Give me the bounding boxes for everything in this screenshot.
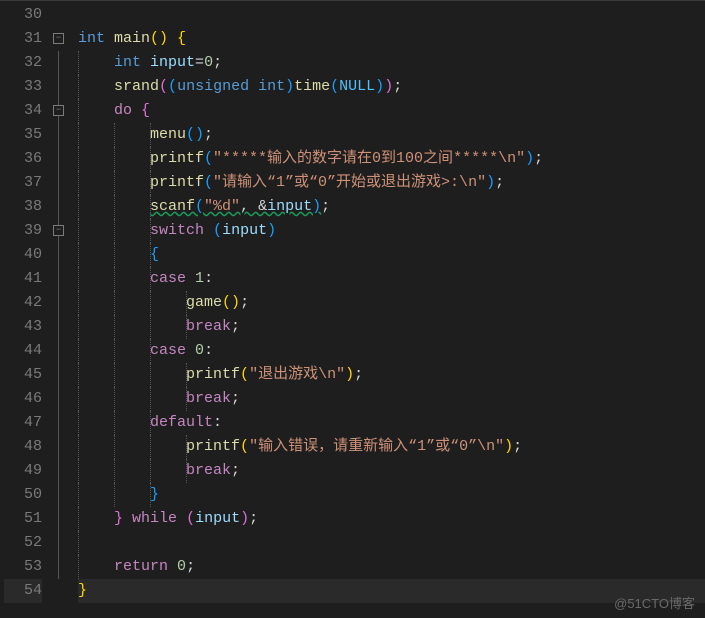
line-number: 44 <box>4 339 42 363</box>
line-number: 49 <box>4 459 42 483</box>
fold-column: − − − <box>50 1 70 618</box>
line-number: 36 <box>4 147 42 171</box>
line-number: 50 <box>4 483 42 507</box>
line-number: 52 <box>4 531 42 555</box>
line-number: 30 <box>4 3 42 27</box>
code-line: scanf("%d", &input); <box>78 195 705 219</box>
code-line: printf("退出游戏\n"); <box>78 363 705 387</box>
fold-toggle-icon[interactable]: − <box>53 105 64 116</box>
code-line: switch (input) <box>78 219 705 243</box>
code-line: } <box>78 579 705 603</box>
line-number: 41 <box>4 267 42 291</box>
code-line: break; <box>78 387 705 411</box>
line-number: 33 <box>4 75 42 99</box>
code-line <box>78 531 705 555</box>
code-line: } while (input); <box>78 507 705 531</box>
line-number: 42 <box>4 291 42 315</box>
code-line: int input=0; <box>78 51 705 75</box>
line-number: 35 <box>4 123 42 147</box>
code-line: printf("*****输入的数字请在0到100之间*****\n"); <box>78 147 705 171</box>
line-number: 51 <box>4 507 42 531</box>
line-number: 45 <box>4 363 42 387</box>
code-area[interactable]: int main() { int input=0; srand((unsigne… <box>70 1 705 618</box>
fold-toggle-icon[interactable]: − <box>53 33 64 44</box>
line-number: 54 <box>4 579 42 603</box>
line-number: 48 <box>4 435 42 459</box>
line-number: 53 <box>4 555 42 579</box>
line-number: 47 <box>4 411 42 435</box>
code-line: case 0: <box>78 339 705 363</box>
code-line: menu(); <box>78 123 705 147</box>
code-line: } <box>78 483 705 507</box>
code-line: do { <box>78 99 705 123</box>
code-line: srand((unsigned int)time(NULL)); <box>78 75 705 99</box>
line-number: 37 <box>4 171 42 195</box>
code-line: printf("输入错误，请重新输入“1”或“0”\n"); <box>78 435 705 459</box>
code-line: printf("请输入“1”或“0”开始或退出游戏>:\n"); <box>78 171 705 195</box>
line-number-gutter: 30 31 32 33 34 35 36 37 38 39 40 41 42 4… <box>0 1 50 618</box>
code-editor[interactable]: 30 31 32 33 34 35 36 37 38 39 40 41 42 4… <box>0 0 705 618</box>
line-number: 43 <box>4 315 42 339</box>
watermark-text: @51CTO博客 <box>614 593 695 612</box>
line-number: 40 <box>4 243 42 267</box>
code-line: game(); <box>78 291 705 315</box>
fold-toggle-icon[interactable]: − <box>53 225 64 236</box>
code-line: default: <box>78 411 705 435</box>
line-number: 46 <box>4 387 42 411</box>
line-number: 38 <box>4 195 42 219</box>
code-line: return 0; <box>78 555 705 579</box>
line-number: 31 <box>4 27 42 51</box>
code-line: break; <box>78 459 705 483</box>
code-line <box>78 3 705 27</box>
code-line: int main() { <box>78 27 705 51</box>
line-number: 34 <box>4 99 42 123</box>
line-number: 32 <box>4 51 42 75</box>
code-line: case 1: <box>78 267 705 291</box>
code-line: { <box>78 243 705 267</box>
code-line: break; <box>78 315 705 339</box>
line-number: 39 <box>4 219 42 243</box>
